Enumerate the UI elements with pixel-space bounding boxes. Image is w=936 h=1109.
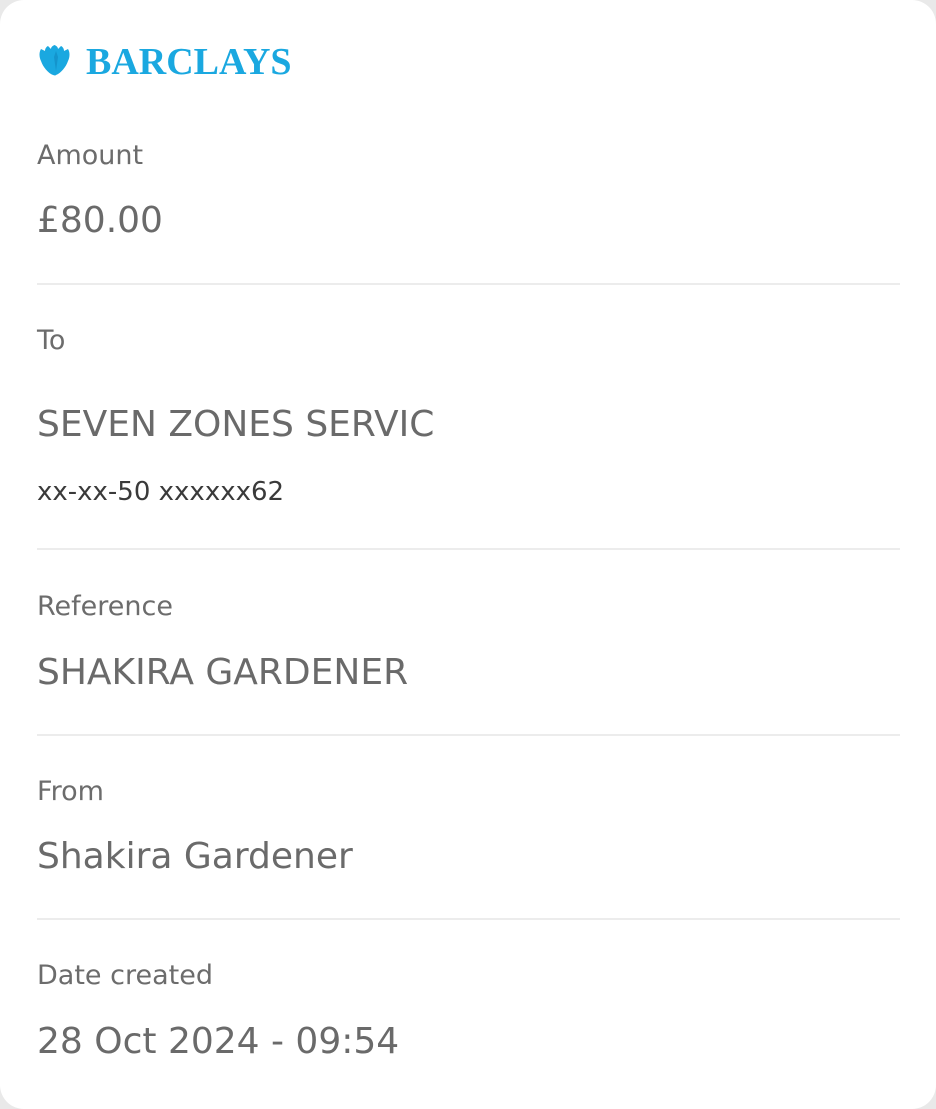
reference-value: SHAKIRA GARDENER <box>37 652 409 693</box>
amount-value: £80.00 <box>37 200 163 241</box>
payee-account: xx-xx-50 xxxxxx62 <box>37 477 285 507</box>
date-created-value: 28 Oct 2024 - 09:54 <box>37 1021 400 1062</box>
divider <box>37 548 900 550</box>
reference-label: Reference <box>37 591 173 622</box>
eagle-icon <box>39 45 70 76</box>
from-label: From <box>37 776 104 807</box>
divider <box>37 734 900 736</box>
amount-label: Amount <box>37 140 144 171</box>
barclays-logo: BARCLAYS <box>36 40 292 84</box>
from-value: Shakira Gardener <box>37 836 353 877</box>
divider <box>37 918 900 920</box>
date-created-label: Date created <box>37 960 213 991</box>
payment-details-card: BARCLAYS Amount £80.00 To SEVEN ZONES SE… <box>0 0 936 1109</box>
to-label: To <box>37 325 66 356</box>
divider <box>37 283 900 285</box>
brand-name: BARCLAYS <box>86 41 292 83</box>
payee-name: SEVEN ZONES SERVIC <box>37 404 435 445</box>
